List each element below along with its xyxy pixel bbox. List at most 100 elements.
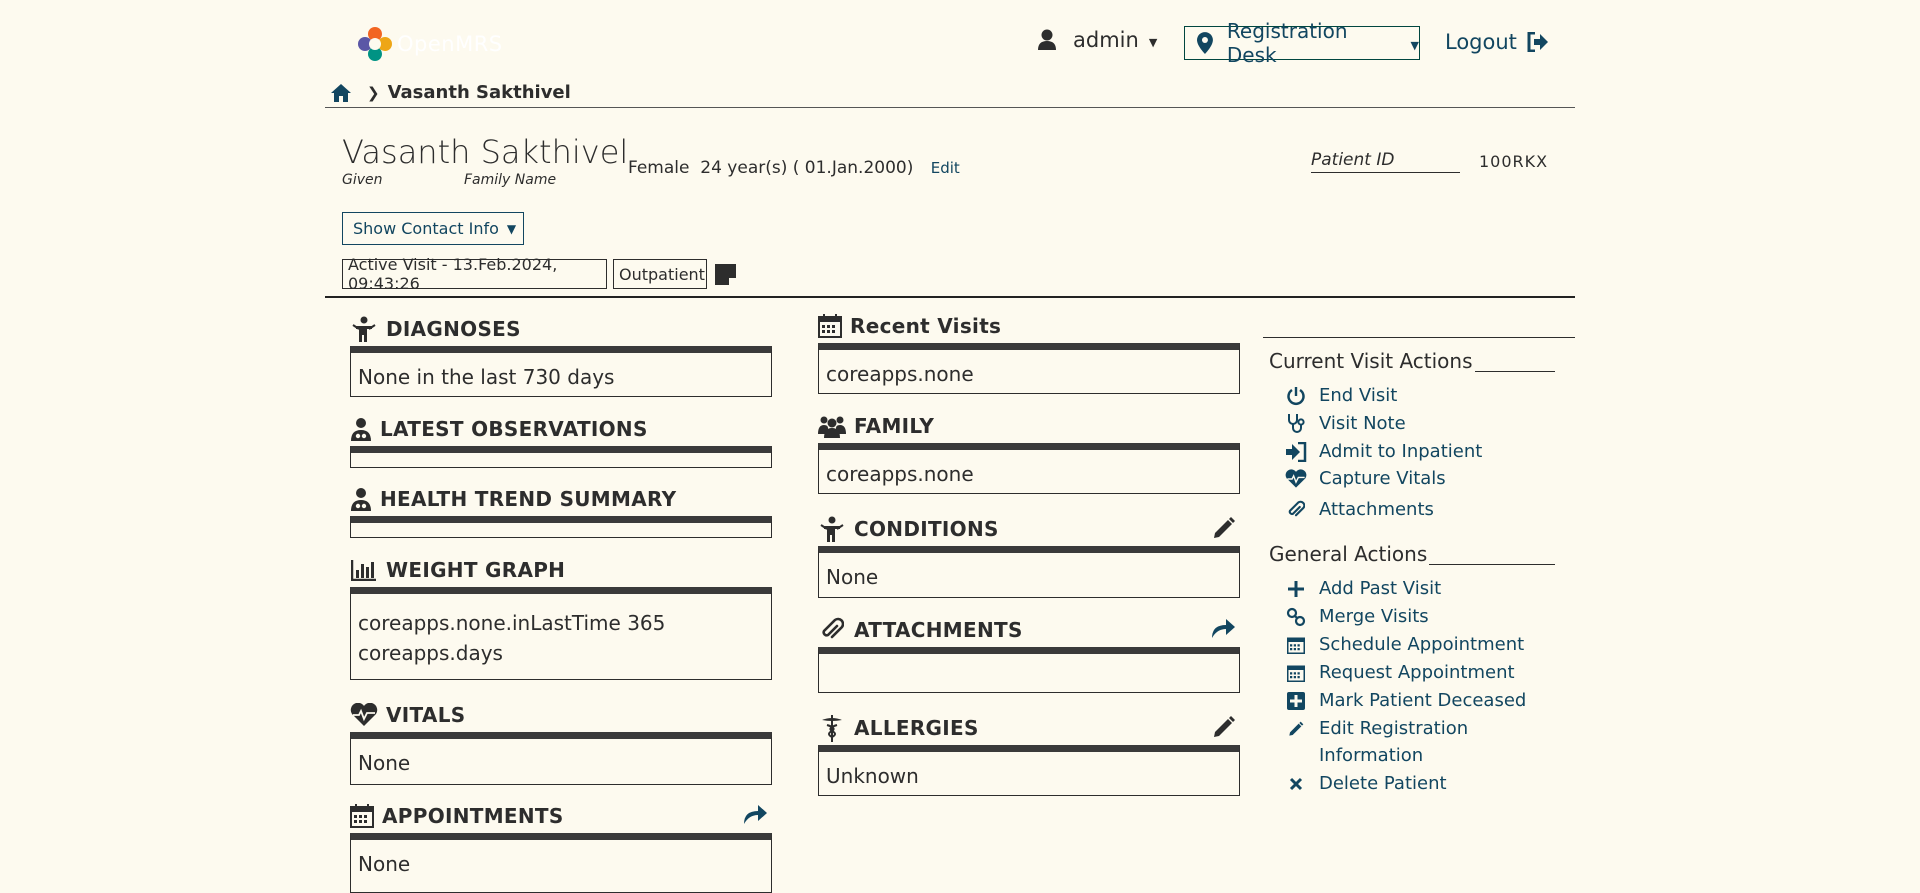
location-name: Registration Desk — [1226, 19, 1348, 67]
recent-visits-header: Recent Visits — [818, 309, 1240, 343]
attachments-title: ATTACHMENTS — [854, 618, 1023, 642]
logout-label: Logout — [1445, 30, 1517, 54]
calendar-icon — [1285, 634, 1307, 656]
openmrs-logo[interactable]: OpenMRS — [357, 26, 503, 62]
visit-type-badge: Outpatient — [613, 259, 707, 289]
diagnoses-header: DIAGNOSES — [350, 312, 772, 346]
active-visit-badge[interactable]: Active Visit - 13.Feb.2024, 09:43:26 — [342, 255, 607, 293]
calendar-icon — [818, 313, 842, 339]
admit-to-inpatient-label: Admit to Inpatient — [1319, 441, 1483, 462]
page: OpenMRS admin ▼ Registration Desk ▼ Logo… — [325, 0, 1575, 893]
end-visit-action[interactable]: End Visit — [1285, 385, 1397, 409]
breadcrumb-current: Vasanth Sakthivel — [387, 82, 571, 103]
attachments-header: ATTACHMENTS — [818, 613, 1240, 647]
share-arrow-icon[interactable] — [1210, 617, 1236, 644]
heartbeat-icon — [1285, 468, 1307, 490]
vitals-body: None — [350, 732, 772, 785]
merge-visits-action[interactable]: Merge Visits — [1285, 606, 1429, 630]
conditions-title: CONDITIONS — [854, 517, 999, 541]
current-visit-actions-title: Current Visit Actions — [1269, 349, 1473, 373]
general-actions-title: General Actions — [1269, 542, 1428, 566]
patient-info-text: Female 24 year(s) ( 01.Jan.2000) — [628, 158, 914, 178]
recent-visits-widget: Recent Visits coreapps.none — [818, 309, 1240, 394]
health-trend-title: HEALTH TREND SUMMARY — [380, 487, 677, 511]
allergies-body: Unknown — [818, 745, 1240, 796]
vitals-header: VITALS — [350, 698, 772, 732]
recent-visits-body: coreapps.none — [818, 343, 1240, 394]
pencil-icon — [1285, 718, 1307, 740]
capture-vitals-action[interactable]: Capture Vitals — [1285, 468, 1446, 492]
caret-down-icon: ▼ — [1410, 38, 1419, 52]
sticky-note-icon[interactable] — [715, 264, 736, 285]
capture-vitals-label: Capture Vitals — [1319, 468, 1446, 489]
add-past-visit-label: Add Past Visit — [1319, 578, 1442, 599]
weight-graph-title: WEIGHT GRAPH — [386, 558, 566, 582]
family-title: FAMILY — [854, 414, 935, 438]
caret-down-icon: ▼ — [1148, 35, 1158, 49]
allergies-header: ALLERGIES — [818, 711, 1240, 745]
conditions-widget: CONDITIONS None — [818, 512, 1240, 598]
family-header: FAMILY — [818, 409, 1240, 443]
family-name-label: Family Name — [464, 172, 557, 188]
appointments-body: None — [350, 833, 772, 893]
patient-demographics: Female 24 year(s) ( 01.Jan.2000) Edit — [628, 158, 960, 178]
recent-visits-title: Recent Visits — [850, 314, 1002, 338]
caret-down-icon: ▼ — [506, 221, 517, 236]
calendar-icon — [350, 803, 374, 829]
diagnoses-widget: DIAGNOSES None in the last 730 days — [350, 312, 772, 397]
pencil-icon[interactable] — [1212, 715, 1236, 744]
mark-patient-deceased-label: Mark Patient Deceased — [1319, 690, 1527, 711]
bar-chart-icon — [350, 557, 378, 583]
power-icon — [1285, 385, 1307, 407]
delete-patient-action[interactable]: Delete Patient — [1285, 773, 1447, 797]
latest-observations-body — [350, 446, 772, 468]
actions-divider — [1263, 337, 1575, 338]
patient-id-value: 100RKX — [1479, 152, 1549, 171]
add-past-visit-action[interactable]: Add Past Visit — [1285, 578, 1441, 602]
paperclip-icon — [818, 617, 846, 643]
vitals-widget: VITALS None — [350, 698, 772, 785]
conditions-body: None — [818, 546, 1240, 598]
latest-observations-header: LATEST OBSERVATIONS — [350, 412, 772, 446]
contact-button-label: Show Contact Info — [353, 219, 499, 238]
weight-graph-widget: WEIGHT GRAPH coreapps.none.inLastTime 36… — [350, 553, 772, 680]
conditions-header: CONDITIONS — [818, 512, 1240, 546]
pencil-icon[interactable] — [1212, 516, 1236, 545]
edit-registration-information-action[interactable]: Edit Registration Information — [1285, 718, 1485, 769]
mark-patient-deceased-action[interactable]: Mark Patient Deceased — [1285, 690, 1526, 714]
stethoscope-person-icon — [350, 316, 378, 342]
header-divider — [325, 107, 1575, 108]
sign-out-icon — [1527, 32, 1548, 52]
stethoscope-person-icon — [818, 516, 846, 542]
request-appointment-action[interactable]: Request Appointment — [1285, 662, 1515, 686]
attachments-action[interactable]: Attachments — [1285, 499, 1434, 523]
location-selector[interactable]: Registration Desk ▼ — [1184, 19, 1420, 67]
request-appointment-label: Request Appointment — [1319, 662, 1515, 683]
home-icon[interactable] — [331, 83, 351, 102]
share-arrow-icon[interactable] — [742, 803, 768, 830]
general-actions-heading: General Actions — [1269, 542, 1555, 566]
user-menu[interactable]: admin ▼ — [1037, 28, 1157, 52]
appointments-title: APPOINTMENTS — [382, 804, 564, 828]
visit-note-action[interactable]: Visit Note — [1285, 413, 1406, 437]
health-trend-body — [350, 516, 772, 538]
admit-to-inpatient-action[interactable]: Admit to Inpatient — [1285, 441, 1482, 465]
patient-name: Vasanth Sakthivel — [342, 133, 629, 171]
delete-patient-label: Delete Patient — [1319, 773, 1447, 794]
schedule-appointment-action[interactable]: Schedule Appointment — [1285, 634, 1524, 658]
chevron-right-icon: ❯ — [367, 83, 380, 102]
users-icon — [818, 413, 846, 439]
logo-text: OpenMRS — [397, 32, 503, 56]
link-icon — [1285, 606, 1307, 628]
edit-patient-link[interactable]: Edit — [931, 159, 960, 177]
close-icon — [1285, 773, 1307, 795]
patient-id-label: Patient ID — [1311, 150, 1460, 173]
appointments-header: APPOINTMENTS — [350, 799, 772, 833]
plus-square-icon — [1285, 690, 1307, 712]
caduceus-icon — [818, 715, 846, 742]
allergies-title: ALLERGIES — [854, 716, 979, 740]
user-name: admin — [1073, 28, 1139, 52]
doctor-icon — [350, 416, 372, 442]
logout-link[interactable]: Logout — [1445, 30, 1549, 54]
show-contact-info-button[interactable]: Show Contact Info ▼ — [342, 212, 524, 245]
